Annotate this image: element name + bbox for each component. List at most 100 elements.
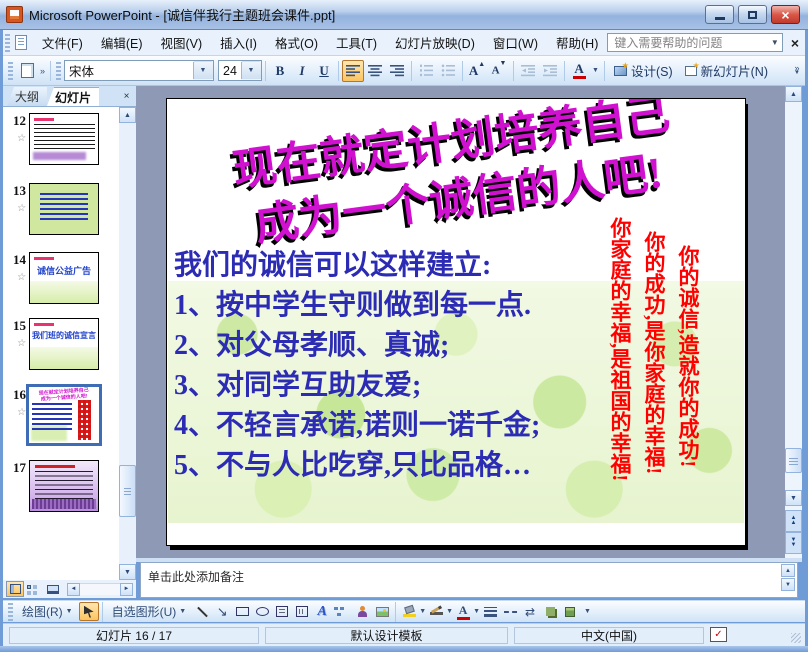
dash-style-button[interactable] — [500, 602, 520, 621]
slide-thumbnail-row-14[interactable]: 14 ☆ 诚信公益广告 — [5, 252, 99, 304]
line-color-button[interactable] — [426, 602, 446, 621]
chevron-down-icon[interactable]: ▼ — [193, 61, 214, 80]
arrow-tool-button[interactable]: ↘ — [212, 602, 232, 621]
scrollbar-thumb[interactable] — [785, 448, 802, 473]
clip-art-button[interactable] — [352, 602, 372, 621]
toolbar-options-button[interactable]: » ▼ — [791, 56, 803, 86]
chevron-down-icon[interactable]: ▼ — [771, 38, 779, 47]
previous-slide-button[interactable]: ▲ ▲ — [785, 510, 802, 532]
autoshapes-menu-button[interactable]: 自选图形(U) ▼ — [106, 602, 193, 621]
slide-canvas[interactable]: 现在就定计划培养自己 成为一个诚信的人吧! 我们的诚信可以这样建立: 1、按中学… — [166, 98, 746, 546]
slide-thumbnail[interactable]: 我们班的诚信宣言 — [29, 318, 99, 370]
menu-insert[interactable]: 插入(I) — [211, 29, 266, 56]
chevron-down-icon[interactable]: ▼ — [590, 67, 601, 74]
rectangle-tool-button[interactable] — [232, 602, 252, 621]
slide-thumbnail-selected[interactable]: 现在就定计划培养自己 成为一个诚信的人吧! — [26, 384, 102, 446]
font-size-combo[interactable]: 24 ▼ — [218, 60, 263, 81]
chevron-down-icon[interactable]: ▼ — [419, 608, 426, 615]
new-document-button[interactable] — [16, 60, 38, 82]
draw-menu-button[interactable]: 绘图(R) ▼ — [16, 602, 79, 621]
align-right-button[interactable] — [386, 60, 408, 82]
slide-thumbnail-row-12[interactable]: 12 ☆ — [5, 113, 99, 165]
slide-thumbnail-row-15[interactable]: 15 ☆ 我们班的诚信宣言 — [5, 318, 99, 370]
design-button[interactable]: 设计(S) — [608, 60, 679, 82]
align-center-button[interactable] — [364, 60, 386, 82]
editor-scrollbar[interactable]: ▲ ▼ ▲ ▲ ▼ ▼ — [785, 86, 802, 558]
line-style-button[interactable] — [480, 602, 500, 621]
oval-tool-button[interactable] — [252, 602, 272, 621]
menu-edit[interactable]: 编辑(E) — [92, 29, 152, 56]
bullet-list-button[interactable] — [437, 60, 459, 82]
align-left-button[interactable] — [342, 59, 365, 82]
slide-thumbnail[interactable] — [29, 183, 99, 235]
vertical-text-box-button[interactable] — [292, 602, 312, 621]
scroll-down-button[interactable]: ▼ — [119, 564, 136, 580]
menu-tools[interactable]: 工具(T) — [327, 29, 386, 56]
wordart-button[interactable]: A — [312, 602, 332, 621]
panel-hscrollbar[interactable]: ◄ ► — [67, 582, 133, 596]
slide-thumbnail-row-13[interactable]: 13 ☆ — [5, 183, 99, 235]
scroll-right-button[interactable]: ► — [120, 582, 133, 596]
slide-editor-area[interactable]: 现在就定计划培养自己 成为一个诚信的人吧! 我们的诚信可以这样建立: 1、按中学… — [136, 86, 785, 558]
slide-thumbnail-row-17[interactable]: 17 — [5, 460, 99, 512]
scroll-down-button[interactable]: ▼ — [785, 490, 802, 506]
font-color-button[interactable]: A — [568, 60, 590, 82]
helpbox-close-icon[interactable]: × — [791, 35, 799, 51]
menu-view[interactable]: 视图(V) — [152, 29, 212, 56]
increase-font-button[interactable]: A▲ — [466, 60, 488, 82]
shadow-style-button[interactable] — [540, 602, 560, 621]
scrollbar-thumb[interactable] — [119, 465, 136, 517]
panel-close-icon[interactable]: × — [120, 90, 133, 103]
panel-scrollbar[interactable]: ▲ ▼ — [119, 107, 136, 580]
decrease-indent-button[interactable] — [517, 60, 539, 82]
3d-style-button[interactable] — [560, 602, 580, 621]
help-question-box[interactable]: 键入需要帮助的问题 ▼ — [607, 33, 783, 52]
slide-thumbnail[interactable] — [29, 460, 99, 512]
font-name-combo[interactable]: 宋体 ▼ — [64, 60, 215, 81]
menu-window[interactable]: 窗口(W) — [484, 29, 547, 56]
menu-file[interactable]: 文件(F) — [33, 29, 92, 56]
scroll-up-button[interactable]: ▲ — [119, 107, 136, 123]
arrow-style-button[interactable]: ⇄ — [520, 602, 540, 621]
scroll-up-button[interactable]: ▲ — [781, 564, 795, 577]
toolbar-grip[interactable] — [5, 33, 10, 52]
underline-button[interactable]: U — [313, 60, 335, 82]
chevron-down-icon[interactable]: ▼ — [241, 61, 262, 80]
chevron-down-icon[interactable]: ▼ — [473, 608, 480, 615]
toolbar-grip[interactable] — [8, 61, 13, 80]
toolbar-grip[interactable] — [56, 61, 62, 80]
menu-format[interactable]: 格式(O) — [266, 29, 327, 56]
chevron-down-icon[interactable]: ▼ — [446, 608, 453, 615]
notes-pane[interactable]: 单击此处添加备注 ▲ ▼ — [140, 562, 798, 598]
slide-sorter-view-button[interactable] — [25, 581, 43, 597]
text-box-button[interactable] — [272, 602, 292, 621]
vertical-red-text[interactable]: 你的诚信,造就你的成功! 你的成功,是你家庭的幸福! 你家庭的幸福,是祖国的幸福… — [603, 217, 705, 545]
menu-slideshow[interactable]: 幻灯片放映(D) — [386, 29, 484, 56]
italic-button[interactable]: I — [291, 60, 313, 82]
tab-outline[interactable]: 大纲 — [7, 87, 48, 106]
decrease-font-button[interactable]: A▼ — [488, 60, 510, 82]
scroll-down-button[interactable]: ▼ — [781, 578, 795, 591]
bold-button[interactable]: B — [269, 60, 291, 82]
menu-help[interactable]: 帮助(H) — [547, 29, 607, 56]
select-objects-button[interactable] — [78, 602, 99, 621]
toolbar-overflow-icon[interactable]: ▼ — [584, 608, 591, 615]
slideshow-view-button[interactable] — [44, 581, 62, 597]
spellcheck-icon[interactable]: ✓ — [710, 627, 727, 642]
diagram-button[interactable] — [332, 602, 352, 621]
next-slide-button[interactable]: ▼ ▼ — [785, 532, 802, 554]
increase-indent-button[interactable] — [539, 60, 561, 82]
hscroll-track[interactable] — [80, 583, 120, 595]
normal-view-button[interactable] — [6, 581, 24, 597]
notes-scrollbar[interactable]: ▲ ▼ — [781, 564, 796, 591]
resize-grip[interactable] — [791, 633, 801, 643]
fill-color-button[interactable] — [399, 602, 419, 621]
slide-thumbnail-row-16-selected[interactable]: 16 ☆ 现在就定计划培养自己 成为一个诚信的人吧! — [5, 384, 102, 446]
numbered-list-button[interactable] — [415, 60, 437, 82]
draw-font-color-button[interactable]: A — [453, 602, 473, 621]
slide-thumbnail[interactable] — [29, 113, 99, 165]
tab-slides[interactable]: 幻灯片 — [47, 87, 100, 106]
slide-thumbnail[interactable]: 诚信公益广告 — [29, 252, 99, 304]
new-slide-button[interactable]: 新幻灯片(N) — [679, 60, 774, 82]
close-button[interactable]: × — [771, 5, 800, 24]
